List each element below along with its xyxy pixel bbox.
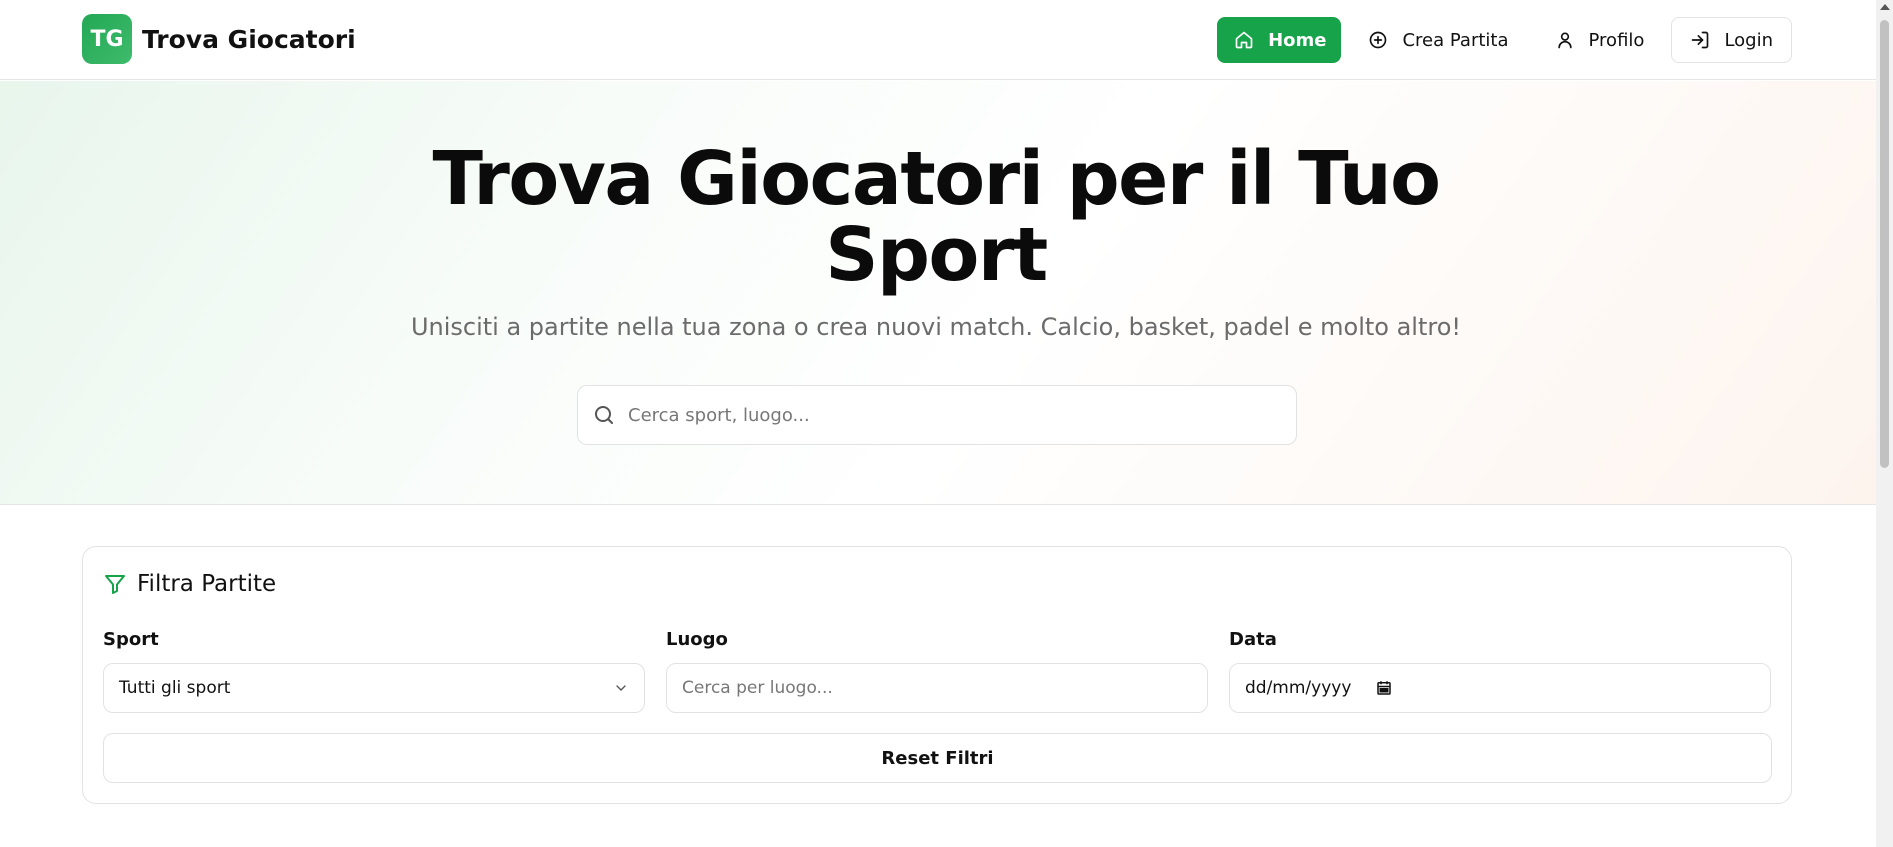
nav-login-label: Login [1724,29,1773,51]
nav-profile-label: Profilo [1588,29,1645,51]
filter-card-header: Filtra Partite [103,571,276,597]
sport-select[interactable]: Tutti gli sport [103,663,645,713]
plus-circle-icon [1370,31,1387,49]
date-field[interactable]: dd/mm/yyyy [1229,663,1771,713]
search-input[interactable] [628,404,1296,426]
nav-home-label: Home [1268,29,1327,51]
home-icon [1235,31,1253,49]
chevron-down-icon [616,685,626,691]
date-placeholder: dd/mm/yyyy [1245,678,1352,698]
location-input[interactable] [682,678,1192,698]
location-label: Luogo [666,629,728,650]
nav-login-button[interactable]: Login [1671,17,1792,63]
nav-create-match-button[interactable]: Crea Partita [1349,17,1527,63]
search-bar[interactable] [577,385,1297,445]
logo-badge: TG [82,14,132,64]
top-navbar: TG Trova Giocatori Home Crea Partita Pro… [0,0,1876,80]
nav-profile-button[interactable]: Profilo [1536,17,1664,63]
sport-label: Sport [103,629,159,650]
hero-subtitle: Unisciti a partite nella tua zona o crea… [410,313,1462,341]
search-icon [595,406,613,424]
date-label: Data [1229,629,1277,650]
nav-create-match-label: Crea Partita [1402,29,1509,51]
login-icon [1692,31,1709,49]
filter-icon [105,575,125,594]
main-nav: Home Crea Partita Profilo Login [1217,17,1792,63]
nav-home-button[interactable]: Home [1217,17,1342,63]
page: TG Trova Giocatori Home Crea Partita Pro… [0,0,1876,847]
scrollbar-thumb[interactable] [1880,20,1889,468]
hero-title-line2: Sport [825,212,1048,298]
sport-select-value: Tutti gli sport [119,678,231,698]
brand-name: Trova Giocatori [142,24,356,54]
location-field[interactable] [666,663,1208,713]
scrollbar[interactable] [1876,0,1893,847]
user-icon [1557,32,1572,49]
scroll-up-arrow-icon[interactable] [1880,4,1890,10]
hero-title-line1: Trova Giocatori per il Tuo [432,136,1441,222]
filter-card-title: Filtra Partite [137,571,277,597]
hero-title: Trova Giocatori per il Tuo Sport [0,141,1872,293]
calendar-icon[interactable] [1375,679,1393,697]
filter-card: Filtra Partite Sport Tutti gli sport Luo… [82,546,1792,804]
hero-section: Trova Giocatori per il Tuo Sport Uniscit… [0,81,1876,505]
reset-filters-button[interactable]: Reset Filtri [103,733,1772,783]
brand-logo[interactable]: TG Trova Giocatori [82,14,356,64]
